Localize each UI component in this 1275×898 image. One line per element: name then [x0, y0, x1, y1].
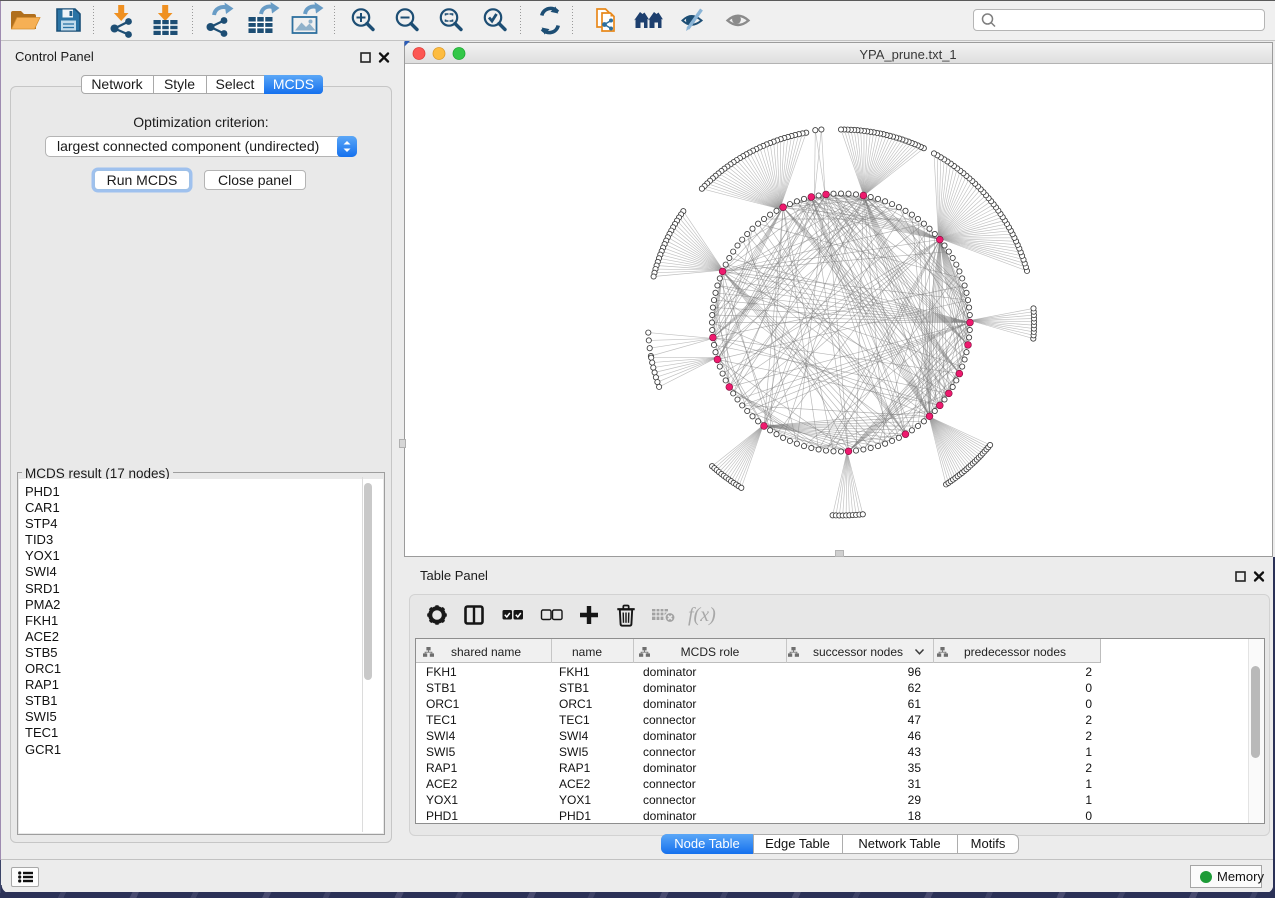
- svg-text:f(x): f(x): [688, 604, 716, 626]
